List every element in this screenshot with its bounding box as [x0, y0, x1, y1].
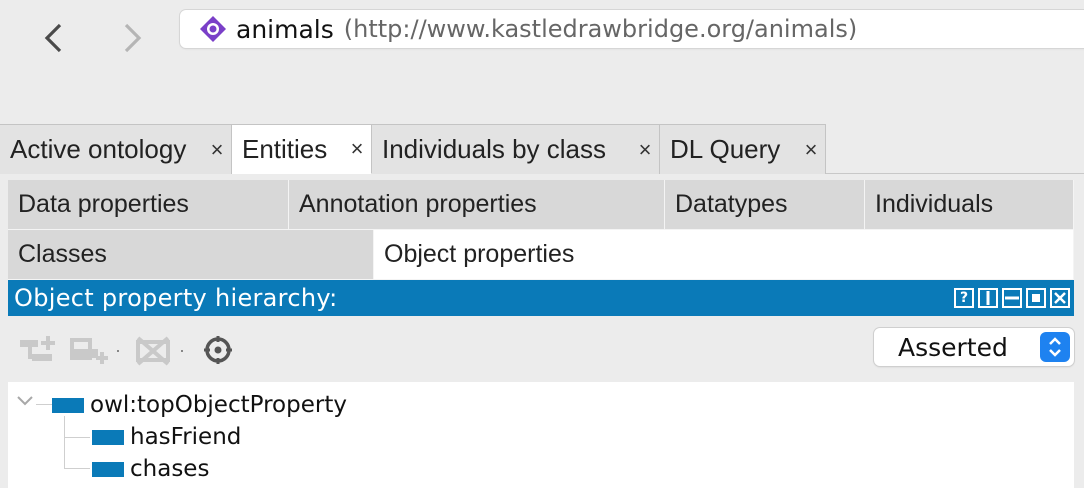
- hierarchy-toolbar: · · Asserted: [8, 322, 1074, 378]
- tab-entities[interactable]: Entities ×: [232, 124, 372, 174]
- tab-individuals-by-class[interactable]: Individuals by class ×: [372, 124, 660, 174]
- tab-label: Active ontology: [10, 134, 187, 164]
- expand-toggle-icon[interactable]: [16, 394, 34, 413]
- forward-button[interactable]: [112, 20, 152, 60]
- split-horizontal-icon[interactable]: [1002, 288, 1022, 308]
- select-value: Asserted: [898, 332, 1008, 362]
- toolbar-separator: ·: [115, 339, 121, 360]
- tab-label: Entities: [242, 133, 328, 164]
- tree-node-label: chases: [130, 456, 210, 482]
- tab-label: Data properties: [18, 190, 189, 218]
- object-property-icon: [92, 429, 124, 445]
- object-property-tree: owl:topObjectProperty hasFriend chases: [8, 382, 1074, 488]
- view-title: Object property hierarchy:: [14, 284, 338, 312]
- ontology-diamond-icon: [198, 14, 228, 44]
- find-usage-icon[interactable]: [196, 330, 240, 370]
- hierarchy-mode-select[interactable]: Asserted: [874, 328, 1074, 366]
- tree-node-child[interactable]: hasFriend: [92, 424, 241, 450]
- maximize-icon[interactable]: [1026, 288, 1046, 308]
- toolbar-separator: ·: [179, 339, 185, 360]
- object-property-icon: [92, 461, 124, 477]
- tree-node-label: owl:topObjectProperty: [90, 392, 347, 418]
- split-vertical-icon[interactable]: [978, 288, 998, 308]
- tab-label: Datatypes: [675, 190, 788, 218]
- back-button[interactable]: [34, 20, 74, 60]
- tree-node-child[interactable]: chases: [92, 456, 209, 482]
- tree-connector: [64, 468, 90, 469]
- ontology-iri: (http://www.kastledrawbridge.org/animals…: [343, 15, 858, 43]
- workspace-tabs: Active ontology × Entities × Individuals…: [0, 124, 1084, 174]
- tab-data-properties[interactable]: Data properties: [8, 180, 289, 230]
- close-icon[interactable]: ×: [343, 136, 371, 162]
- chevron-left-icon: [42, 22, 66, 59]
- tab-label: Individuals by class: [382, 134, 606, 164]
- view-header: Object property hierarchy: ?: [8, 280, 1074, 316]
- tab-individuals[interactable]: Individuals: [865, 180, 1074, 230]
- ontology-name: animals: [236, 14, 334, 44]
- help-icon[interactable]: ?: [954, 288, 974, 308]
- close-icon[interactable]: ×: [797, 137, 825, 163]
- entity-tabs: Data properties Annotation properties Da…: [8, 180, 1074, 280]
- ontology-iri-bar[interactable]: animals (http://www.kastledrawbridge.org…: [180, 10, 1084, 48]
- up-down-chevron-icon[interactable]: [1040, 332, 1070, 362]
- tab-label: Annotation properties: [299, 190, 537, 218]
- tab-label: Individuals: [875, 190, 994, 218]
- tab-classes[interactable]: Classes: [8, 230, 374, 280]
- add-sibling-property-icon[interactable]: [68, 330, 112, 370]
- tree-connector: [64, 416, 65, 468]
- tab-dl-query[interactable]: DL Query ×: [660, 124, 826, 174]
- tab-label: Object properties: [384, 240, 575, 268]
- close-icon[interactable]: ×: [631, 137, 659, 163]
- chevron-right-icon: [120, 22, 144, 59]
- close-icon[interactable]: ×: [203, 137, 231, 163]
- add-subproperty-icon[interactable]: [16, 330, 60, 370]
- tab-label: DL Query: [670, 134, 781, 164]
- tab-annotation-properties[interactable]: Annotation properties: [289, 180, 665, 230]
- tab-active-ontology[interactable]: Active ontology ×: [0, 124, 232, 174]
- tree-connector: [36, 404, 52, 405]
- close-icon[interactable]: [1050, 288, 1070, 308]
- tab-datatypes[interactable]: Datatypes: [665, 180, 865, 230]
- tree-node-root[interactable]: owl:topObjectProperty: [52, 392, 347, 418]
- object-property-icon: [52, 397, 84, 413]
- tab-object-properties[interactable]: Object properties: [374, 230, 1074, 280]
- tree-connector: [64, 437, 90, 438]
- tab-label: Classes: [18, 240, 107, 268]
- tree-node-label: hasFriend: [130, 424, 242, 450]
- delete-property-icon[interactable]: [132, 330, 176, 370]
